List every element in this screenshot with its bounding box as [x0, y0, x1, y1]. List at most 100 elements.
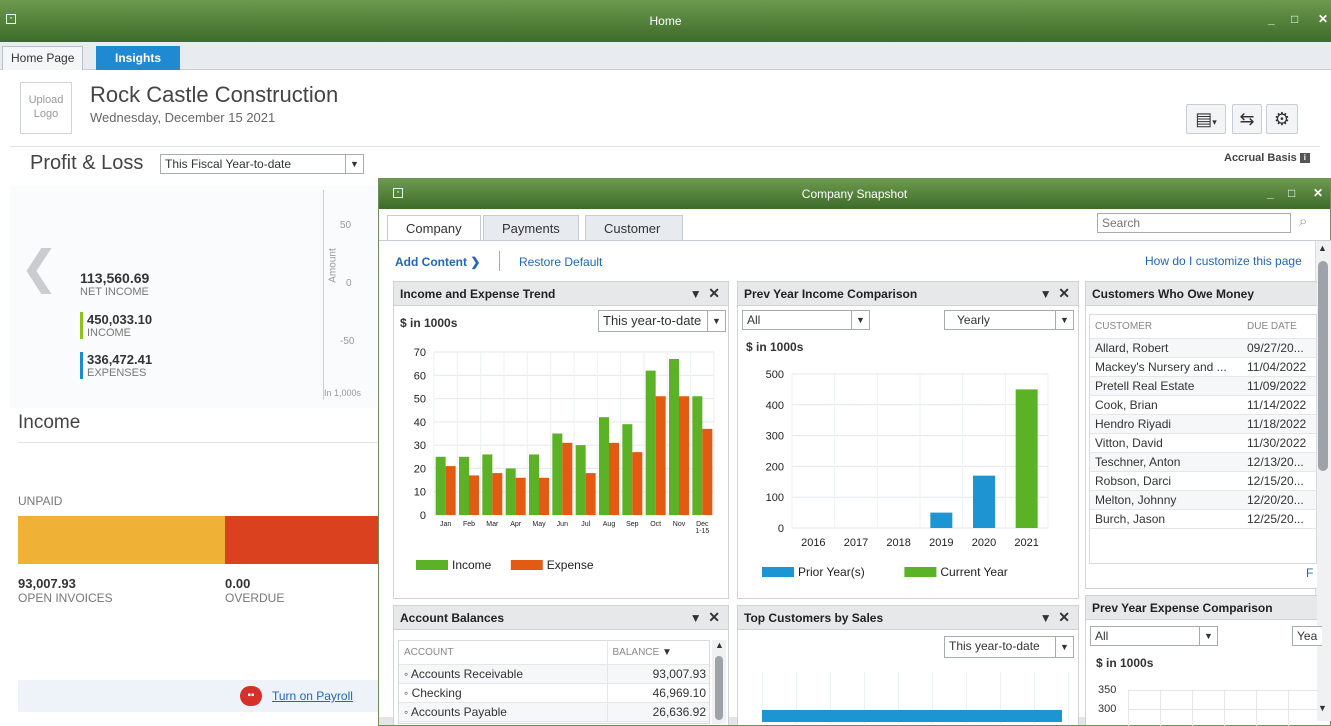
chevron-down-icon[interactable]: ▼ [1040, 611, 1052, 625]
restore-default-link[interactable]: Restore Default [519, 255, 602, 269]
scrollbar-thumb[interactable] [1318, 261, 1328, 471]
prev-year-income-chart: 0 100 200 300 400 500 2016 2017 2018 2019 2020 2021… [762, 369, 1049, 579]
minimize-icon[interactable]: _ [1268, 12, 1275, 26]
x-tick-label: May [532, 521, 546, 528]
income-filter-select[interactable]: All ▼ [742, 310, 870, 330]
snapshot-maximize-icon[interactable]: □ [1288, 186, 1295, 200]
scroll-up-icon[interactable]: ▲ [715, 640, 724, 650]
customers-owe-money-title: Customers Who Owe Money [1092, 287, 1255, 301]
x-tick-label: 2016 [801, 537, 825, 549]
upload-logo-button[interactable]: Upload Logo [20, 82, 72, 134]
tab-home-page[interactable]: Home Page [2, 46, 84, 70]
bar-income [505, 468, 516, 515]
trend-period-select[interactable]: This year-to-date ▼ [598, 310, 726, 332]
account-balances-table-wrap: ACCOUNT BALANCE ▼ ◦ Accounts Receivable 9… [398, 640, 710, 724]
snapshot-title: Company Snapshot [801, 187, 908, 201]
open-invoices-bar[interactable] [18, 516, 225, 564]
snapshot-search-input[interactable] [1097, 213, 1291, 233]
refresh-button[interactable]: ⇆ [1232, 104, 1262, 134]
customer-owe-cell: 11/14/2022 [1242, 395, 1316, 415]
chevron-down-icon[interactable]: ▼ [1040, 287, 1052, 301]
close-icon[interactable]: ✕ [1058, 609, 1070, 625]
overdue-bar[interactable] [225, 516, 380, 564]
turn-on-payroll-link[interactable]: Turn on Payroll [272, 689, 353, 703]
table-row[interactable]: Robson, Darci 12/15/20... [1090, 471, 1316, 491]
y-tick-label: 40 [414, 417, 426, 429]
table-row[interactable]: Burch, Jason 12/25/20... [1090, 509, 1316, 529]
chevron-down-icon[interactable]: ▼ [690, 611, 702, 625]
table-row[interactable]: Hendro Riyadi 11/18/2022 [1090, 414, 1316, 434]
scroll-up-icon[interactable]: ▲ [1318, 243, 1327, 253]
snapshot-vertical-scrollbar[interactable]: ▲ ▼ [1315, 241, 1331, 721]
chevron-left-icon[interactable]: ❮ [20, 240, 59, 294]
expense-filter-select[interactable]: All ▼ [1090, 626, 1218, 646]
panel-controls: ▼ ✕ [1040, 609, 1070, 626]
scroll-down-icon[interactable]: ▼ [1318, 703, 1327, 713]
close-icon[interactable]: ✕ [1318, 12, 1328, 26]
bar-income [645, 370, 656, 515]
income-value: 450,033.10 [87, 312, 153, 327]
column-header-balance[interactable]: BALANCE ▼ [607, 641, 709, 665]
print-button[interactable]: ▤▾ [1186, 104, 1226, 134]
trend-unit-label: $ in 1000s [400, 316, 458, 330]
table-row[interactable]: ◦ Accounts Receivable 93,007.93 [399, 664, 709, 684]
expenses-block: 336,472.41 EXPENSES [80, 352, 152, 379]
customer-owe-cell: 11/04/2022 [1242, 357, 1316, 377]
customers-owe-footer-link[interactable]: F [1306, 566, 1313, 580]
income-period-select[interactable]: Yearly ▼ [944, 310, 1074, 330]
table-row[interactable]: Melton, Johnny 12/20/20... [1090, 490, 1316, 510]
table-row[interactable]: Mackey's Nursery and ... 11/04/2022 [1090, 357, 1316, 377]
top-customers-period-select[interactable]: This year-to-date ▼ [944, 636, 1074, 658]
bar-prior-year-s- [930, 512, 953, 528]
column-header-customer[interactable]: CUSTOMER [1090, 315, 1242, 339]
table-row[interactable]: Allard, Robert 09/27/20... [1090, 338, 1316, 358]
x-tick-label: Apr [510, 521, 522, 528]
profit-loss-period-select[interactable]: This Fiscal Year-to-date ▼ [160, 154, 364, 174]
chevron-down-icon: ▾ [1212, 117, 1217, 127]
table-row[interactable]: Cook, Brian 11/14/2022 [1090, 395, 1316, 415]
bar-expense [702, 428, 713, 515]
column-header-due-date[interactable]: DUE DATE [1242, 315, 1316, 339]
pl-tick-minus-50: -50 [340, 336, 355, 347]
table-row[interactable]: ◦ Accounts Payable 26,636.92 [399, 702, 709, 722]
table-row[interactable]: Pretell Real Estate 11/09/2022 [1090, 376, 1316, 396]
column-header-account[interactable]: ACCOUNT [399, 641, 608, 665]
customize-page-link[interactable]: How do I customize this page [1145, 254, 1302, 268]
chevron-down-icon[interactable]: ▼ [690, 287, 702, 301]
insights-left-pane: Profit & Loss This Fiscal Year-to-date ▼… [10, 148, 380, 726]
y-tick-label: 60 [414, 370, 426, 382]
settings-button[interactable]: ⚙ [1266, 104, 1298, 134]
prev-year-expense-header: Prev Year Expense Comparison [1086, 596, 1317, 620]
table-row[interactable]: ◦ Checking 46,969.10 [399, 683, 709, 703]
table-row[interactable]: Teschner, Anton 12/13/20... [1090, 452, 1316, 472]
snapshot-minimize-icon[interactable]: _ [1267, 186, 1274, 200]
bar-expense [562, 442, 573, 515]
tab-insights[interactable]: Insights [96, 46, 180, 70]
income-expense-trend-chart: 0 10 20 30 40 50 60 70 Jan Feb Mar Apr May Jun Jul Aug S… [414, 347, 715, 572]
open-invoices-label: OPEN INVOICES [18, 591, 113, 605]
account-balances-scrollbar[interactable]: ▲ [712, 640, 726, 724]
add-content-button[interactable]: Add Content ❯ [395, 255, 480, 269]
top-customer-bar[interactable] [762, 710, 1062, 722]
info-icon[interactable]: i [1299, 153, 1310, 164]
top-customers-panel: Top Customers by Sales ▼ ✕ This year-to-… [737, 605, 1079, 725]
maximize-icon[interactable]: □ [1291, 12, 1298, 26]
prev-year-expense-title: Prev Year Expense Comparison [1092, 601, 1273, 615]
tab-company[interactable]: Company [387, 215, 481, 241]
close-icon[interactable]: ✕ [708, 609, 720, 625]
close-icon[interactable]: ✕ [1058, 285, 1070, 301]
top-customers-period-value: This year-to-date [949, 639, 1040, 653]
table-row[interactable]: Vitton, David 11/30/2022 [1090, 433, 1316, 453]
search-icon[interactable]: ⌕ [1299, 213, 1307, 230]
scrollbar-thumb[interactable] [715, 656, 723, 720]
y-tick-label: 20 [414, 463, 426, 475]
expense-period-select[interactable]: Yea [1292, 626, 1322, 646]
tab-payments[interactable]: Payments [483, 215, 579, 241]
legend-swatch [416, 560, 448, 570]
tab-customer[interactable]: Customer [585, 215, 683, 241]
x-tick-label: 2021 [1014, 537, 1038, 549]
snapshot-close-icon[interactable]: ✕ [1313, 186, 1323, 200]
close-icon[interactable]: ✕ [708, 285, 720, 301]
customer-owe-cell: Hendro Riyadi [1090, 414, 1242, 434]
customers-owe-money-panel: Customers Who Owe Money CUSTOMER DUE DAT… [1085, 281, 1317, 589]
